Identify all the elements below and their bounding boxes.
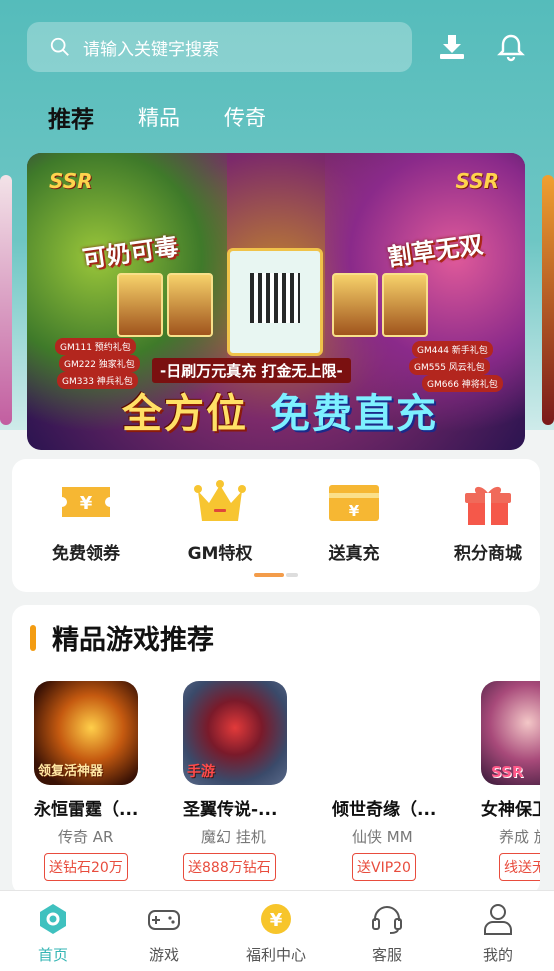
bottom-navigation: 首页 游戏 ¥ 福利中心 客服 我的 (0, 890, 554, 971)
headset-icon (372, 906, 402, 934)
game-gift-badge: 送VIP20 (352, 853, 416, 881)
game-name: 永恒雷霆（... (34, 800, 139, 820)
ssr-badge-left: SSR (49, 169, 93, 193)
download-icon (440, 35, 464, 59)
nav-label: 我的 (482, 946, 513, 964)
game-card[interactable]: 倾世奇缘（... 仙侠 MM 送VIP20 (332, 681, 472, 881)
tab-recommend[interactable]: 推荐 (48, 100, 94, 134)
coupon-icon: ¥ (62, 487, 110, 517)
game-tags: 养成 放 (499, 828, 540, 846)
hero-card (382, 273, 428, 337)
search-icon (50, 37, 69, 56)
yen-coin-icon: ¥ (261, 904, 291, 934)
category-tabs: 推荐 精品 传奇 (48, 100, 266, 134)
nav-label: 游戏 (148, 946, 179, 964)
game-icon[interactable]: 领复活神器 (34, 681, 138, 785)
game-name: 圣翼传说-... (183, 800, 278, 820)
nav-customer-service[interactable]: 客服 (337, 901, 437, 965)
quick-action-points-mall[interactable]: 积分商城 (433, 477, 543, 564)
banner-prev-peek[interactable] (0, 175, 12, 425)
nav-profile[interactable]: 我的 (448, 901, 548, 965)
search-input[interactable]: 请输入关键字搜索 (27, 22, 412, 72)
quick-action-recharge[interactable]: ¥ 送真充 (299, 477, 409, 564)
banner-big-text: 全方位 免费直充 (122, 381, 438, 439)
game-card[interactable]: SSR 女神保卫 养成 放 线送无 (481, 681, 540, 881)
indicator-inactive (286, 573, 298, 577)
hero-card (167, 273, 213, 337)
game-name: 倾世奇缘（... (332, 800, 437, 820)
nav-games[interactable]: 游戏 (114, 901, 214, 965)
game-card[interactable]: 手游 圣翼传说-... 魔幻 挂机 送888万钻石 (183, 681, 323, 881)
tab-legend[interactable]: 传奇 (224, 102, 266, 132)
banner-next-peek[interactable] (542, 175, 554, 425)
quick-action-label: 积分商城 (454, 544, 522, 564)
search-placeholder: 请输入关键字搜索 (83, 39, 219, 60)
gm-gift-label: GM444 新手礼包 (412, 341, 493, 358)
gm-gift-label: GM222 独家礼包 (59, 355, 140, 372)
premium-games-section: 精品游戏推荐 领复活神器 永恒雷霆（... 传奇 AR 送钻石20万 手游 圣翼… (12, 605, 540, 895)
download-button[interactable] (437, 32, 467, 62)
bell-icon (497, 34, 525, 62)
game-gift-badge: 送钻石20万 (44, 853, 128, 881)
nav-label: 首页 (37, 946, 68, 964)
user-icon (484, 904, 512, 935)
game-tags: 仙侠 MM (352, 828, 413, 846)
nav-welfare-center[interactable]: ¥ 福利中心 (226, 901, 326, 965)
quick-action-label: 送真充 (328, 544, 380, 564)
game-gift-badge: 送888万钻石 (183, 853, 276, 881)
banner-headline: -日刷万元真充 打金无上限- (152, 358, 351, 383)
hero-card (332, 273, 378, 337)
svg-text:¥: ¥ (80, 493, 93, 514)
crown-icon (194, 480, 246, 521)
game-tags: 魔幻 挂机 (201, 828, 266, 846)
nav-label: 客服 (371, 946, 402, 964)
game-icon-text: 领复活神器 (38, 764, 104, 779)
qr-code (250, 273, 300, 323)
tab-premium[interactable]: 精品 (138, 102, 180, 132)
quick-action-label: 免费领券 (52, 544, 120, 564)
notification-button[interactable] (496, 32, 526, 62)
card-icon: ¥ (329, 485, 379, 521)
gamepad-icon (148, 910, 180, 930)
game-icon-text: SSR (491, 763, 524, 781)
svg-text:¥: ¥ (270, 910, 283, 931)
game-gift-badge: 线送无 (499, 853, 540, 881)
section-title: 精品游戏推荐 (52, 625, 214, 656)
nav-home[interactable]: 首页 (3, 901, 103, 965)
game-icon-text: 手游 (187, 764, 215, 780)
banner-big-text-b: 免费直充 (270, 391, 438, 437)
game-tags: 传奇 AR (58, 828, 114, 846)
gift-icon (465, 486, 511, 525)
quick-action-gm[interactable]: GM特权 (165, 477, 275, 564)
game-icon[interactable]: 手游 (183, 681, 287, 785)
game-card[interactable]: 领复活神器 永恒雷霆（... 传奇 AR 送钻石20万 (34, 681, 174, 881)
quick-actions-panel: ¥ 免费领券 GM特权 ¥ 送真充 积分商城 (12, 459, 540, 592)
banner-big-text-a: 全方位 (122, 391, 248, 437)
quick-action-label: GM特权 (187, 544, 253, 564)
indicator-active (254, 573, 284, 577)
section-accent-bar (30, 625, 36, 651)
home-icon (40, 904, 66, 934)
page-indicator (254, 573, 298, 577)
ssr-badge-right: SSR (455, 169, 500, 193)
game-name: 女神保卫 (481, 800, 540, 820)
svg-text:¥: ¥ (349, 502, 360, 520)
nav-label: 福利中心 (245, 946, 306, 964)
game-icon[interactable]: SSR (481, 681, 540, 785)
qr-code-panel (227, 248, 323, 356)
gm-gift-label: GM111 预约礼包 (55, 338, 136, 355)
promo-banner[interactable]: SSR SSR 可奶可毒 割草无双 GM111 预约礼包 GM222 独家礼包 … (27, 153, 525, 450)
hero-card (117, 273, 163, 337)
quick-action-coupon[interactable]: ¥ 免费领券 (31, 477, 141, 564)
gm-gift-label: GM555 风云礼包 (409, 358, 490, 375)
